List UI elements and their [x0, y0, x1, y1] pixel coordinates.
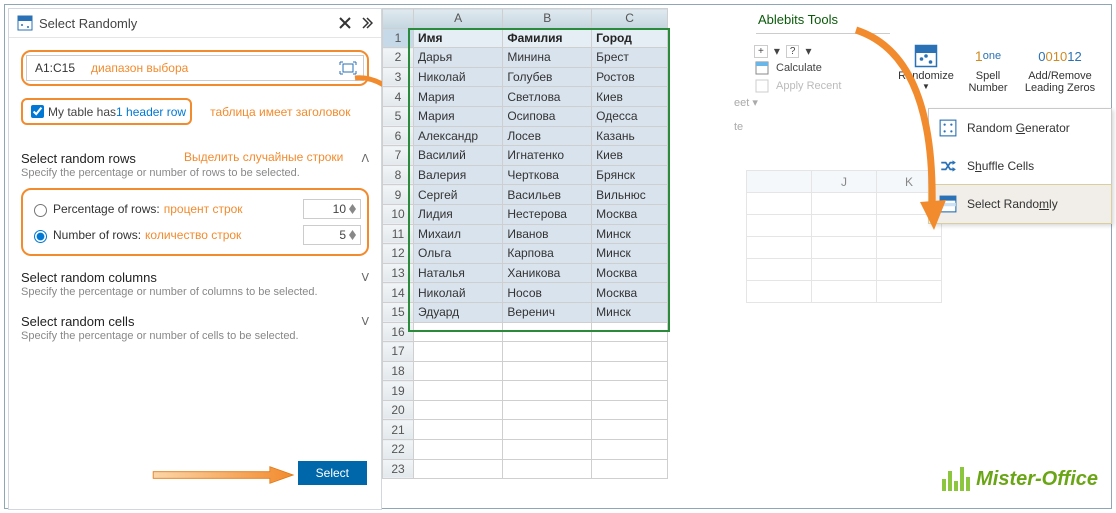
table-cell[interactable]: Лидия — [414, 204, 503, 224]
header-row-link[interactable]: 1 header row — [116, 105, 186, 119]
range-input[interactable] — [33, 60, 87, 76]
table-cell[interactable]: Казань — [592, 126, 668, 146]
table-cell[interactable]: Светлова — [503, 87, 592, 107]
table-cell[interactable]: Карпова — [503, 244, 592, 264]
chevron-down-icon: ᐯ — [361, 271, 369, 284]
table-cell[interactable]: Ханикова — [503, 263, 592, 283]
table-cell[interactable]: Носов — [503, 283, 592, 303]
table-cell[interactable]: Михаил — [414, 224, 503, 244]
table-cell[interactable]: Сергей — [414, 185, 503, 205]
table-cell[interactable]: Валерия — [414, 165, 503, 185]
pct-stepper[interactable]: 10 — [303, 199, 361, 219]
section-cells-header[interactable]: Select random cells ᐯ — [21, 314, 369, 329]
table-cell[interactable]: Одесса — [592, 106, 668, 126]
sum-button[interactable]: +▾?▾ — [754, 44, 894, 58]
rows-options: Percentage of rows: процент строк 10 Num… — [21, 188, 369, 256]
section-rows-sub: Specify the percentage or number of rows… — [21, 166, 369, 180]
menu-random-generator[interactable]: Random Generator — [929, 109, 1111, 147]
table-header-cell[interactable]: Фамилия — [503, 28, 592, 48]
col-header[interactable]: C — [592, 9, 668, 29]
range-picker-icon[interactable] — [339, 61, 357, 75]
arrow-to-select — [139, 465, 309, 485]
section-cols-header[interactable]: Select random columns ᐯ — [21, 270, 369, 285]
range-field-wrap: диапазон выбора — [21, 50, 369, 86]
table-cell[interactable]: Ольга — [414, 244, 503, 264]
col-header[interactable]: A — [414, 9, 503, 29]
table-cell[interactable]: Черткова — [503, 165, 592, 185]
col-header[interactable]: B — [503, 9, 592, 29]
table-cell[interactable]: Брест — [592, 48, 668, 68]
table-cell[interactable]: Николай — [414, 283, 503, 303]
table-header-cell[interactable]: Имя — [414, 28, 503, 48]
header-row-checkbox[interactable] — [31, 105, 44, 118]
apply-recent-button: Apply Recent — [754, 78, 894, 94]
table-cell[interactable]: Вильнюс — [592, 185, 668, 205]
pane-title: Select Randomly — [39, 16, 333, 31]
table-cell[interactable]: Васильев — [503, 185, 592, 205]
table-cell[interactable]: Москва — [592, 204, 668, 224]
table-cell[interactable]: Брянск — [592, 165, 668, 185]
range-hint: диапазон выбора — [91, 61, 188, 75]
header-row-checkbox-wrap[interactable]: My table has 1 header row — [21, 98, 192, 125]
table-cell[interactable]: Василий — [414, 146, 503, 166]
ribbon-tab[interactable]: Ablebits Tools — [756, 8, 890, 34]
menu-shuffle-cells[interactable]: Shuffle Cells — [929, 147, 1111, 185]
table-cell[interactable]: Минск — [592, 244, 668, 264]
table-header-cell[interactable]: Город — [592, 28, 668, 48]
chevron-down-icon: ᐯ — [361, 315, 369, 328]
table-cell[interactable]: Минск — [592, 224, 668, 244]
collapse-icon[interactable] — [357, 15, 373, 31]
table-cell[interactable]: Осипова — [503, 106, 592, 126]
table-cell[interactable]: Николай — [414, 67, 503, 87]
num-stepper[interactable]: 5 — [303, 225, 361, 245]
table-cell[interactable]: Лосев — [503, 126, 592, 146]
select-randomly-pane: Select Randomly диапазон выбора My table… — [8, 8, 382, 510]
calculate-button[interactable]: Calculate — [754, 60, 894, 76]
table-cell[interactable]: Киев — [592, 87, 668, 107]
table-cell[interactable]: Киев — [592, 146, 668, 166]
section-cells-sub: Specify the percentage or number of cell… — [21, 329, 369, 343]
randomize-menu: Random Generator Shuffle Cells Select Ra… — [928, 108, 1112, 224]
table-cell[interactable]: Александр — [414, 126, 503, 146]
randomize-icon — [17, 15, 33, 31]
spreadsheet[interactable]: ABC1ИмяФамилияГород2ДарьяМининаБрест3Ник… — [382, 8, 668, 479]
table-cell[interactable]: Веренич — [503, 302, 592, 322]
table-cell[interactable]: Эдуард — [414, 302, 503, 322]
table-cell[interactable]: Дарья — [414, 48, 503, 68]
menu-select-randomly[interactable]: Select Randomly — [928, 184, 1112, 224]
table-cell[interactable]: Ростов — [592, 67, 668, 87]
table-cell[interactable]: Москва — [592, 283, 668, 303]
pct-hint: процент строк — [164, 202, 243, 216]
checkbox-annotation: таблица имеет заголовок — [210, 105, 350, 119]
table-cell[interactable]: Голубев — [503, 67, 592, 87]
pct-label: Percentage of rows: — [53, 202, 160, 216]
table-cell[interactable]: Мария — [414, 106, 503, 126]
pct-radio[interactable] — [34, 204, 47, 217]
table-cell[interactable]: Наталья — [414, 263, 503, 283]
rows-annotation: Выделить случайные строки — [184, 150, 343, 164]
table-cell[interactable]: Мария — [414, 87, 503, 107]
table-cell[interactable]: Минина — [503, 48, 592, 68]
section-cols-sub: Specify the percentage or number of colu… — [21, 285, 369, 299]
table-cell[interactable]: Игнатенко — [503, 146, 592, 166]
close-icon[interactable] — [337, 15, 353, 31]
num-label: Number of rows: — [53, 228, 141, 242]
chevron-up-icon: ᐱ — [361, 152, 369, 165]
table-cell[interactable]: Нестерова — [503, 204, 592, 224]
checkbox-label: My table has — [48, 105, 116, 119]
num-hint: количество строк — [145, 228, 241, 242]
logo: Mister-Office — [942, 467, 1098, 491]
table-cell[interactable]: Москва — [592, 263, 668, 283]
table-cell[interactable]: Минск — [592, 302, 668, 322]
num-radio[interactable] — [34, 230, 47, 243]
table-cell[interactable]: Иванов — [503, 224, 592, 244]
